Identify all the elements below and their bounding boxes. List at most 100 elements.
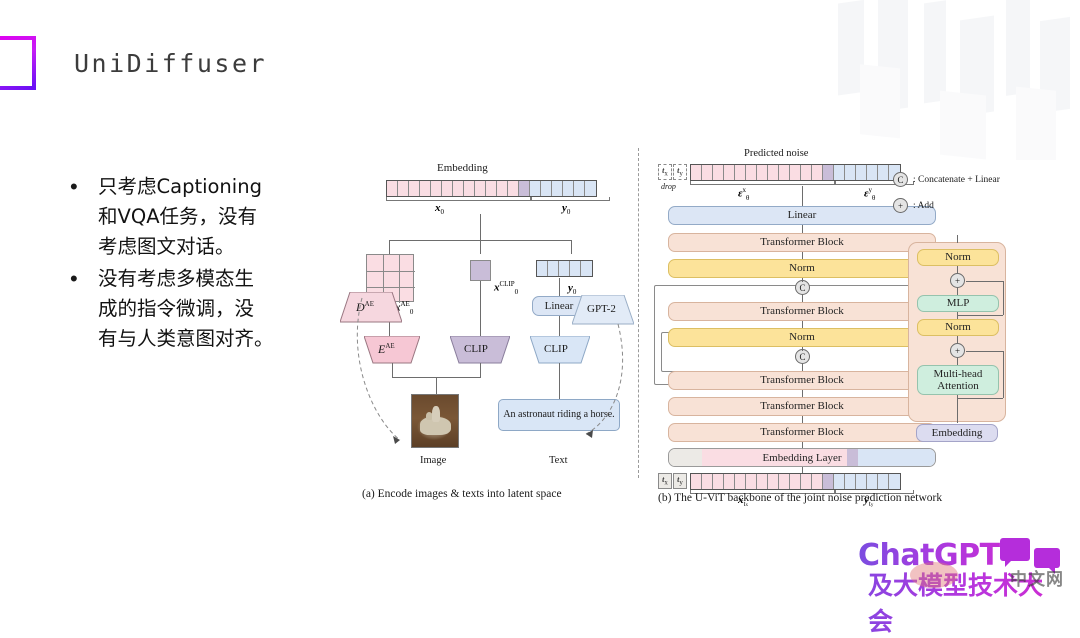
token-cell [768,474,779,489]
block-transformer-1: Transformer Block [668,233,936,252]
token-cell [845,474,856,489]
stack-connector [802,278,803,282]
reconstruction-arcs [356,297,624,444]
token-cell [486,181,497,196]
token-cell [387,181,398,196]
background-pattern [838,0,1070,160]
legend-item-add: + : Add [893,198,1000,213]
legend-label: : Concatenate + Linear [913,174,1000,185]
detail-connector [957,395,958,423]
token-cell [735,165,746,180]
token-cell [691,474,702,489]
input-token-row [690,473,901,490]
token-cell [812,165,823,180]
token-cell [497,181,508,196]
token-cell [519,181,530,196]
token-cell [431,181,442,196]
token-cell [420,181,431,196]
eps-x-span-bar [690,181,835,185]
slide-header: UniDiffuser [0,36,267,90]
stack-connector [802,364,803,371]
bullet-content: 没有考虑多模态生 成的指令微调，没 有与人类意图对齐。 [98,264,274,354]
token-cell [552,181,563,196]
token-cell [801,474,812,489]
detail-mlp: MLP [917,295,999,312]
stack-connector [802,252,803,259]
token-cell [563,181,574,196]
bullet-line: 和VQA任务，没有 [98,205,258,228]
detail-connector [957,288,958,295]
bullet-content: 只考虑Captioning 和VQA任务，没有 考虑图文对话。 [98,172,262,262]
residual-line-bottom-in [966,351,1003,352]
token-cell [856,474,867,489]
gradient-square-icon [0,36,36,90]
token-cell [867,474,878,489]
token-cell [790,165,801,180]
token-cell [823,165,834,180]
token-cell [790,474,801,489]
predicted-noise-title: Predicted noise [744,148,809,159]
token-cell [768,165,779,180]
detail-connector [957,358,958,365]
token-cell [834,165,845,180]
token-cell [724,165,735,180]
add-node-top: + [950,273,965,288]
add-icon: + [893,198,908,213]
transformer-block-detail: Norm + MLP Norm + Multi-head Attention [908,235,1006,423]
token-cell [398,181,409,196]
token-cell [757,165,768,180]
y0-label: y0 [562,202,571,217]
token-cell [541,181,552,196]
token-cell [409,181,420,196]
block-transformer-5: Transformer Block [668,423,936,442]
panel-b-caption: (b) The U-ViT backbone of the joint nois… [658,492,943,504]
drop-label: drop [661,182,676,191]
bullet-line: 考虑图文对话。 [98,235,235,258]
token-cell [856,165,867,180]
token-cell [691,165,702,180]
stack-connector [802,390,803,397]
token-cell [867,165,878,180]
token-cell [757,474,768,489]
residual-line-top-v [1003,281,1004,315]
concat-icon: C [893,172,908,187]
x0-span-bar [386,197,531,201]
token-cell [746,165,757,180]
stack-connector [802,416,803,423]
bullet-line: 有与人类意图对齐。 [98,327,274,350]
legend-item-concatenate: C : Concatenate + Linear [893,172,1000,187]
token-cell [453,181,464,196]
y0-span-bar [531,197,610,201]
token-cell [834,474,845,489]
token-cell [779,474,790,489]
token-cell [878,165,889,180]
residual-line-bottom [957,398,1003,399]
bullet-line: 成的指令微调，没 [98,297,255,320]
panel-a: Embedding x0 y0 xAE0 xCLIP0 y0 Linear DA… [340,140,636,510]
stack-connector [802,225,803,233]
chat-bubble-icon [1000,538,1030,567]
watermark-stamp [910,562,958,588]
bullet-line: 没有考虑多模态生 [98,267,255,290]
legend-label: : Add [913,200,934,211]
block-norm-2: Norm [668,328,936,347]
concat-node-1: C [795,280,810,295]
bullet-marker: • [70,174,78,199]
detail-embedding-block: Embedding [916,424,998,442]
add-node-bottom: + [950,343,965,358]
token-cell [812,474,823,489]
t-y-drop-box: ty [673,164,687,180]
token-cell [585,181,596,196]
embedding-token-row [386,180,597,197]
list-item: • 没有考虑多模态生 成的指令微调，没 有与人类意图对齐。 [64,264,332,354]
embedding-layer-label: Embedding Layer [762,451,842,464]
list-item: • 只考虑Captioning 和VQA任务，没有 考虑图文对话。 [64,172,332,262]
eps-y-label: εyθ [864,186,876,202]
detail-connector [957,266,958,273]
stack-connector [802,295,803,302]
noise-up-arrow-line [802,186,803,206]
bullet-marker: • [70,266,78,291]
bullet-list: • 只考虑Captioning 和VQA任务，没有 考虑图文对话。 • 没有考虑… [64,172,332,356]
bullet-line: 只考虑Captioning [98,175,262,198]
eps-x-label: εxθ [738,186,750,202]
